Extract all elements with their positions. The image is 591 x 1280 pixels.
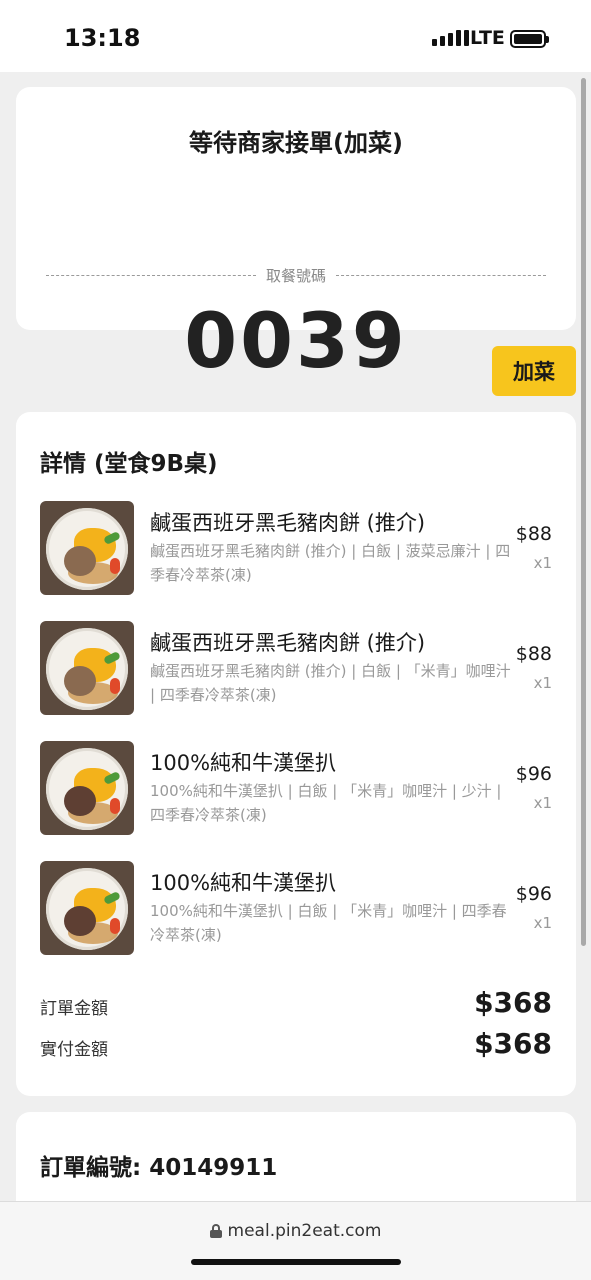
dish-thumbnail	[40, 621, 134, 715]
order-amount-value: $368	[474, 986, 552, 1019]
dish-thumbnail	[40, 861, 134, 955]
order-status-card: 等待商家接單(加菜) 取餐號碼 0039	[16, 87, 576, 379]
details-title: 詳情 (堂食9B桌)	[40, 451, 218, 477]
paid-amount-label: 實付金額	[40, 1040, 108, 1060]
battery-icon	[510, 30, 549, 48]
list-item: 鹹蛋西班牙黑毛豬肉餅 (推介) 鹹蛋西班牙黑毛豬肉餅 (推介) | 白飯 | 菠…	[40, 501, 552, 597]
item-name: 鹹蛋西班牙黑毛豬肉餅 (推介)	[150, 631, 426, 655]
order-status-title: 等待商家接單(加菜)	[189, 129, 403, 157]
signal-bars-icon	[432, 30, 469, 46]
url-text[interactable]: meal.pin2eat.com	[228, 1221, 382, 1241]
scrollbar[interactable]	[581, 78, 586, 946]
list-item: 100%純和牛漢堡扒 100%純和牛漢堡扒 | 白飯 | 「米青」咖哩汁 | 少…	[40, 741, 552, 837]
dish-thumbnail	[40, 501, 134, 595]
item-name: 100%純和牛漢堡扒	[150, 871, 337, 895]
item-quantity: x1	[533, 674, 552, 692]
status-bar: 13:18 LTE	[0, 0, 591, 72]
item-price: $96	[515, 883, 552, 905]
network-type: LTE	[470, 27, 505, 49]
order-amount-row: 訂單金額 $368	[40, 986, 552, 1020]
url-field[interactable]: meal.pin2eat.com	[0, 1221, 591, 1241]
item-description: 鹹蛋西班牙黑毛豬肉餅 (推介) | 白飯 | 菠菜忌廉汁 | 四季春冷萃茶(凍)	[150, 542, 511, 584]
add-dish-button[interactable]: 加菜	[492, 346, 576, 396]
dashed-divider	[46, 275, 256, 276]
item-quantity: x1	[533, 794, 552, 812]
item-price: $96	[515, 763, 552, 785]
paid-amount-row: 實付金額 $368	[40, 1027, 552, 1061]
order-number: 訂單編號: 40149911	[40, 1155, 278, 1181]
item-quantity: x1	[533, 914, 552, 932]
browser-address-bar: meal.pin2eat.com	[0, 1201, 591, 1280]
home-indicator[interactable]	[191, 1259, 401, 1265]
item-price: $88	[515, 523, 552, 545]
list-item: 鹹蛋西班牙黑毛豬肉餅 (推介) 鹹蛋西班牙黑毛豬肉餅 (推介) | 白飯 | 「…	[40, 621, 552, 717]
list-item: 100%純和牛漢堡扒 100%純和牛漢堡扒 | 白飯 | 「米青」咖哩汁 | 四…	[40, 861, 552, 957]
dashed-divider	[336, 275, 547, 276]
paid-amount-value: $368	[474, 1027, 552, 1060]
lock-icon	[209, 1224, 222, 1238]
item-name: 鹹蛋西班牙黑毛豬肉餅 (推介)	[150, 511, 426, 535]
order-amount-label: 訂單金額	[40, 999, 108, 1019]
item-name: 100%純和牛漢堡扒	[150, 751, 337, 775]
item-quantity: x1	[533, 554, 552, 572]
item-description: 100%純和牛漢堡扒 | 白飯 | 「米青」咖哩汁 | 少汁 | 四季春冷萃茶(…	[150, 782, 502, 824]
item-price: $88	[515, 643, 552, 665]
pickup-label-row: 取餐號碼	[46, 265, 547, 286]
dish-thumbnail	[40, 741, 134, 835]
order-details-card: 詳情 (堂食9B桌) 鹹蛋西班牙黑毛豬肉餅 (推介) 鹹蛋西班牙黑毛豬肉餅 (推…	[16, 412, 576, 1096]
status-time: 13:18	[64, 24, 141, 52]
pickup-number-label: 取餐號碼	[266, 267, 327, 285]
item-description: 鹹蛋西班牙黑毛豬肉餅 (推介) | 白飯 | 「米青」咖哩汁 | 四季春冷萃茶(…	[150, 662, 511, 704]
item-description: 100%純和牛漢堡扒 | 白飯 | 「米青」咖哩汁 | 四季春冷萃茶(凍)	[150, 902, 507, 944]
